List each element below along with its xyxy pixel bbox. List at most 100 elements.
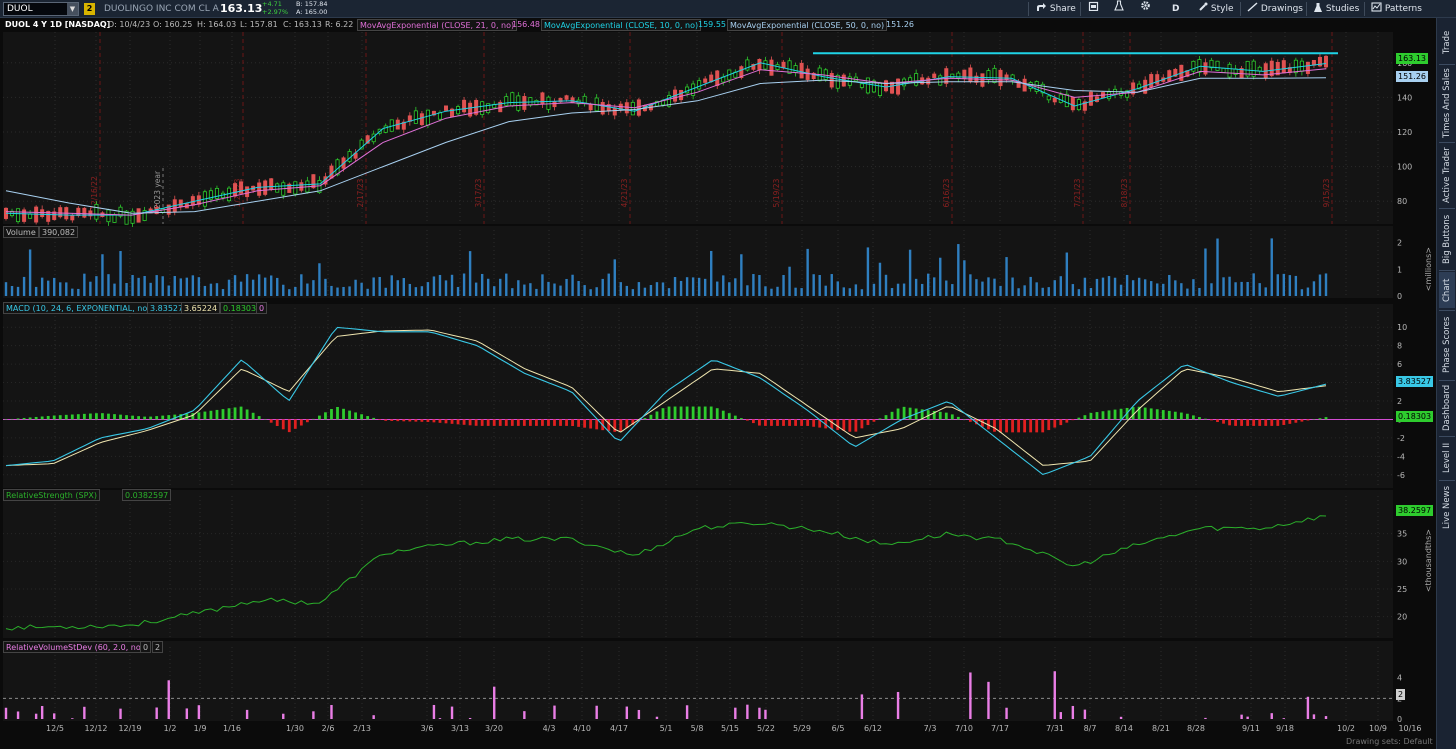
macd-histogram-bar [890, 411, 894, 420]
tab-level-ii[interactable]: Level II [1439, 438, 1455, 478]
x-axis-label-3-13: 3/13 [451, 724, 469, 733]
x-axis-label-3-20: 3/20 [485, 724, 503, 733]
volume-bar [53, 277, 56, 296]
ema50-label[interactable]: MovAvgExponential (CLOSE, 50, 0, no) [727, 19, 888, 31]
volume-bar [221, 289, 225, 296]
rvsd-label[interactable]: RelativeVolumeStDev (60, 2.0, no) [3, 641, 147, 653]
macd-histogram-bar [1234, 419, 1237, 426]
macd-histogram-bar [565, 419, 568, 426]
macd-histogram-bar [1089, 412, 1093, 420]
volume-bar [517, 280, 520, 296]
price-axis-label-80: 80 [1397, 197, 1407, 206]
rvsd-bar [4, 707, 8, 719]
macd-histogram-bar [559, 419, 562, 426]
volume-bar [667, 288, 671, 296]
toolbar-divider [1240, 2, 1241, 16]
macd-axis-label--6: -6 [1397, 471, 1405, 480]
studies-button[interactable]: Studies [1313, 0, 1359, 18]
settings-button[interactable] [1140, 0, 1151, 18]
chevron-down-icon[interactable]: ▼ [67, 3, 78, 15]
drawings-button[interactable]: Drawings [1247, 0, 1303, 18]
rs-label[interactable]: RelativeStrength (SPX) [3, 489, 101, 501]
macd-axis-label-6: 6 [1397, 360, 1402, 369]
chart-canvas[interactable]: 12/16/22 1/27/23 2/17/23 3/17/23 4/21/23 5/19… [0, 18, 1436, 749]
relative-strength-panel[interactable] [3, 490, 1393, 638]
rvsd-bar [595, 705, 598, 719]
relative-volume-panel[interactable] [3, 641, 1393, 721]
style-label: Style [1210, 4, 1234, 14]
macd-histogram-bar [1041, 419, 1045, 433]
macd-histogram-bar [800, 419, 804, 426]
volume-bar [830, 274, 833, 296]
tab-phase-scores[interactable]: Phase Scores [1439, 312, 1455, 378]
volume-label[interactable]: Volume [3, 226, 39, 238]
symbol-input[interactable]: DUOL ▼ [3, 2, 79, 16]
volume-bar [1240, 281, 1243, 296]
candle-body [757, 58, 762, 71]
volume-bar [426, 282, 430, 296]
macd-histogram-bar [577, 419, 581, 427]
candle-body [709, 74, 714, 83]
volume-bar [1035, 282, 1038, 296]
rvsd-bar [746, 704, 749, 719]
candle-body [425, 109, 430, 126]
volume-bar [933, 277, 936, 296]
macd-histogram-bar [697, 406, 701, 420]
macd-histogram-bar [553, 419, 556, 426]
tab-times-and-sales[interactable]: Times And Sales [1439, 66, 1455, 140]
tab-live-news[interactable]: Live News [1439, 482, 1455, 532]
tab-active-trader[interactable]: Active Trader [1439, 144, 1455, 206]
macd-histogram-bar [64, 414, 68, 420]
volume-bar [1228, 276, 1231, 296]
patterns-button[interactable]: Patterns [1371, 0, 1422, 18]
volume-bar [547, 281, 550, 296]
tab-chart[interactable]: Chart [1439, 272, 1455, 308]
tab-divider [1439, 436, 1455, 437]
macd-histogram-bar [492, 419, 496, 426]
snapshot-button[interactable] [1088, 0, 1099, 18]
bar-high: H: 164.03 [197, 20, 237, 29]
rvsd-bar [71, 718, 74, 719]
ema21-label[interactable]: MovAvgExponential (CLOSE, 21, 0, no) [357, 19, 518, 31]
ema10-label[interactable]: MovAvgExponential (CLOSE, 10, 0, no) [541, 19, 702, 31]
share-button[interactable]: Share [1036, 0, 1076, 18]
volume-bar [366, 288, 369, 296]
volume-bar [330, 285, 333, 296]
macd-histogram-bar [1155, 409, 1159, 420]
rvsd-bar [1240, 714, 1243, 719]
link-group-badge[interactable]: 2 [84, 3, 95, 15]
volume-bar [806, 248, 809, 296]
volume-bar [101, 254, 104, 296]
volume-bar [752, 274, 755, 296]
candle-body [546, 96, 551, 110]
macd-panel[interactable] [3, 304, 1393, 488]
macd-histogram-bar [866, 419, 870, 426]
macd-histogram-bar [1246, 419, 1250, 426]
style-button[interactable]: Style [1198, 0, 1233, 18]
tab-dashboard[interactable]: Dashboard [1439, 382, 1455, 434]
volume-bar [276, 277, 279, 296]
x-axis-label-1-30: 1/30 [286, 724, 304, 733]
tab-trade[interactable]: Trade [1439, 22, 1455, 62]
candle-body [1070, 96, 1075, 111]
period-button[interactable]: D [1172, 0, 1179, 18]
candle-body [865, 77, 870, 94]
volume-bar [1210, 283, 1213, 296]
macd-histogram-bar [52, 415, 56, 420]
volume-bar [716, 281, 719, 296]
volume-bar [1264, 287, 1267, 296]
macd-histogram-bar [88, 413, 92, 420]
flask-button[interactable] [1114, 0, 1124, 18]
macd-histogram-bar [498, 419, 502, 426]
event-date-label: 5/19/23 [772, 178, 781, 207]
volume-bar [1017, 288, 1020, 296]
candle-body [383, 125, 388, 133]
tab-big-buttons[interactable]: Big Buttons [1439, 210, 1455, 268]
macd-histogram-bar [715, 408, 719, 420]
macd-histogram-bar [46, 415, 50, 420]
volume-bar [1246, 281, 1249, 296]
rvsd-tag: 2 [1396, 689, 1406, 700]
macd-label[interactable]: MACD (10, 24, 6, EXPONENTIAL, no) [3, 302, 154, 314]
candle-body [1281, 60, 1286, 74]
volume-bar [999, 285, 1002, 296]
